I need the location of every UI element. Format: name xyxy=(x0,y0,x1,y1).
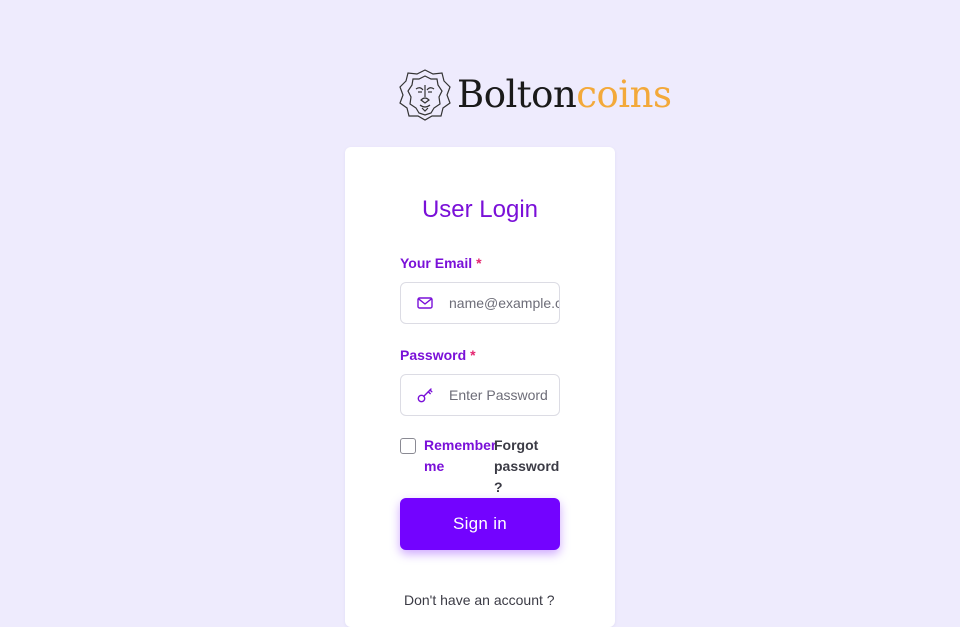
lion-head-icon xyxy=(399,69,451,121)
password-label-text: Password xyxy=(400,347,467,363)
required-marker: * xyxy=(476,255,482,271)
required-marker: * xyxy=(470,347,476,363)
mail-icon xyxy=(401,294,449,312)
page-title: User Login xyxy=(421,196,539,223)
password-input[interactable] xyxy=(449,387,559,403)
brand-name: Boltoncoins xyxy=(457,72,672,116)
remember-me[interactable]: Remember me xyxy=(400,435,496,477)
email-input[interactable] xyxy=(449,295,559,311)
forgot-password-link[interactable]: Forgot password ? xyxy=(494,435,560,498)
email-label-text: Your Email xyxy=(400,255,473,271)
brand-logo: Boltoncoins xyxy=(398,66,672,122)
password-field[interactable] xyxy=(400,374,560,416)
brand-name-part1: Bolton xyxy=(457,72,577,116)
signup-prompt: Don't have an account ? xyxy=(404,592,555,608)
password-label: Password * xyxy=(400,347,476,363)
remember-checkbox[interactable] xyxy=(400,438,416,454)
sign-in-button[interactable]: Sign in xyxy=(400,498,560,550)
email-label: Your Email * xyxy=(400,255,482,271)
key-icon xyxy=(401,386,449,404)
remember-label[interactable]: Remember me xyxy=(424,435,496,477)
brand-name-part2: coins xyxy=(576,72,672,116)
email-field[interactable] xyxy=(400,282,560,324)
